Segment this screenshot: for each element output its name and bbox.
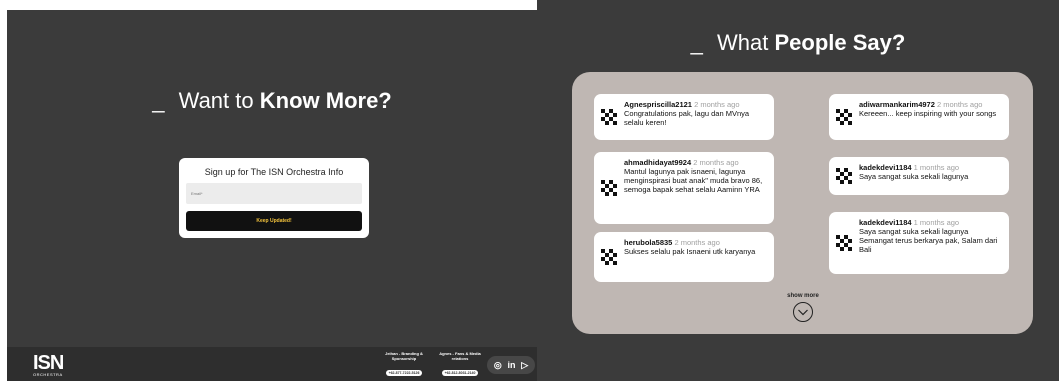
- social-links: ◎ in ▷: [487, 356, 535, 374]
- avatar-icon: [601, 249, 617, 265]
- review-username: Agnespriscilla2121: [624, 100, 692, 109]
- title-prefix: Want to: [178, 88, 254, 113]
- contact-name: Jeihan - Branding & Sponsorship: [385, 351, 423, 361]
- review-text: Saya sangat suka sekali lagunya Semangat…: [859, 227, 998, 254]
- footer: ISN ORCHESTRA Jeihan - Branding & Sponso…: [7, 347, 537, 381]
- review-text: Kereeen... keep inspiring with your song…: [859, 109, 997, 118]
- avatar-icon: [836, 109, 852, 125]
- contact-name: Agnes - Fans & Media relations: [439, 351, 481, 361]
- review-time: 2 months ago: [674, 238, 720, 247]
- signup-card: Sign up for The ISN Orchestra Info Keep …: [179, 158, 369, 238]
- show-more-label: show more: [787, 293, 819, 299]
- review-card: Agnespriscilla2121 2 months ago Congratu…: [594, 94, 774, 140]
- want-to-know-more-heading: _ Want to Know More?: [7, 88, 537, 114]
- contact-jeihan[interactable]: Jeihan - Branding & Sponsorship +62-877-…: [379, 351, 429, 379]
- keep-updated-button[interactable]: Keep Updated!: [186, 211, 362, 231]
- review-card: kadekdevi1184 1 months ago Saya sangat s…: [829, 212, 1009, 274]
- signup-title: Sign up for The ISN Orchestra Info: [204, 167, 344, 177]
- review-time: 2 months ago: [936, 100, 983, 109]
- avatar-icon: [836, 235, 852, 251]
- contact-agnes[interactable]: Agnes - Fans & Media relations +62-812-8…: [435, 351, 485, 379]
- review-username: herubola5835: [624, 238, 673, 247]
- review-card: kadekdevi1184 1 months ago Saya sangat s…: [829, 157, 1009, 195]
- logo-text: ISN: [33, 352, 64, 374]
- review-username: kadekdevi1184: [859, 163, 912, 172]
- review-card: adiwarmankarim4972 2 months ago Kereeen.…: [829, 94, 1009, 140]
- right-panel: _ What People Say? Agnespriscilla2121 2 …: [537, 0, 1059, 381]
- review-username: ahmadhidayat9924: [624, 158, 692, 167]
- isn-orchestra-logo[interactable]: ISN ORCHESTRA: [33, 352, 64, 377]
- instagram-icon[interactable]: ◎: [494, 360, 502, 371]
- review-time: 1 months ago: [913, 163, 960, 172]
- avatar-icon: [836, 168, 852, 184]
- what-people-say-heading: _ What People Say?: [537, 30, 1059, 56]
- left-panel: _ Want to Know More? Sign up for The ISN…: [7, 10, 537, 381]
- review-card: ahmadhidayat9924 2 months ago Mantul lag…: [594, 152, 774, 224]
- title-prefix: What: [717, 30, 769, 55]
- review-text: Sukses selalu pak Isnaeni utk karyanya: [624, 247, 756, 256]
- review-card: herubola5835 2 months ago Sukses selalu …: [594, 232, 774, 282]
- avatar-icon: [601, 180, 617, 196]
- reviews-container: Agnespriscilla2121 2 months ago Congratu…: [572, 72, 1033, 334]
- contact-phone[interactable]: +62-812-8031-2140: [441, 370, 479, 376]
- title-dash: _: [152, 88, 165, 113]
- linkedin-icon[interactable]: in: [507, 360, 515, 370]
- title-bold: People Say?: [774, 30, 906, 55]
- youtube-icon[interactable]: ▷: [521, 360, 528, 371]
- avatar-icon: [601, 109, 617, 125]
- review-username: adiwarmankarim4972: [859, 100, 935, 109]
- review-time: 1 months ago: [913, 218, 960, 227]
- review-text: Mantul lagunya pak isnaeni, lagunya meng…: [624, 167, 763, 194]
- review-time: 2 months ago: [694, 100, 740, 109]
- logo-subtext: ORCHESTRA: [33, 372, 63, 377]
- review-text: Saya sangat suka sekali lagunya: [859, 172, 969, 181]
- review-text: Congratulations pak, lagu dan MVnya sela…: [624, 109, 750, 127]
- show-more-button[interactable]: show more: [772, 293, 834, 323]
- title-dash: _: [690, 30, 703, 55]
- review-time: 2 months ago: [693, 158, 739, 167]
- contact-phone[interactable]: +62-877-7222-5126: [385, 370, 423, 376]
- email-field[interactable]: [186, 183, 362, 204]
- review-username: kadekdevi1184: [859, 218, 912, 227]
- title-bold: Know More?: [259, 88, 392, 113]
- chevron-down-icon[interactable]: [792, 301, 814, 323]
